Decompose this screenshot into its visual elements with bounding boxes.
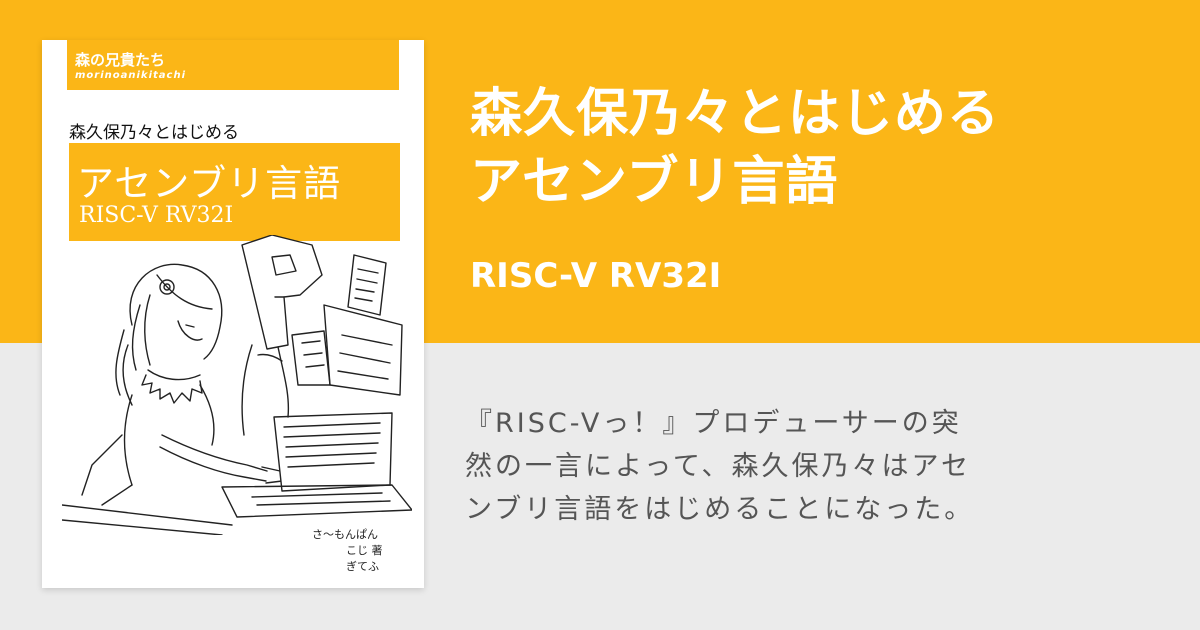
girl-illustration [81, 263, 283, 506]
circle-name: 森の兄貴たち [75, 51, 166, 69]
cover-title-box: アセンブリ言語 RISC-V RV32I [69, 143, 400, 241]
cover-subtitle: 森久保乃々とはじめる [69, 123, 239, 143]
laptop-illustration [221, 412, 412, 518]
circle-banner: 森の兄貴たち morinoanikitachi [67, 40, 399, 90]
book-description: 『RISC-Vっ！』プロデューサーの突 然の一言によって、森久保乃々はアセ ンブ… [465, 402, 1165, 531]
author-1: さ〜もんぱん [312, 528, 378, 541]
author-2: こじ 著 [346, 544, 383, 557]
circle-roman-name: morinoanikitachi [75, 70, 187, 81]
cover-title: アセンブリ言語 [77, 162, 342, 205]
headline-edition: RISC-V RV32I [470, 256, 722, 296]
book-cover: 森の兄貴たち morinoanikitachi 森久保乃々とはじめる アセンブリ… [42, 40, 424, 588]
headline-title: 森久保乃々とはじめる アセンブリ言語 [470, 80, 1000, 216]
description-line-3: ンブリ言語をはじめることになった。 [465, 494, 975, 525]
description-line-2: 然の一言によって、森久保乃々はアセ [465, 451, 971, 482]
author-3: ぎてふ [346, 560, 379, 573]
cover-illustration [62, 235, 412, 535]
description-line-1: 『RISC-Vっ！』プロデューサーの突 [465, 408, 962, 439]
cover-authors: さ〜もんぱん こじ 著 ぎてふ [312, 527, 402, 575]
p-sign-illustration [241, 235, 323, 350]
headline-line-2: アセンブリ言語 [470, 152, 839, 212]
headline-line-1: 森久保乃々とはじめる [470, 84, 1001, 144]
cover-edition: RISC-V RV32I [79, 203, 234, 228]
